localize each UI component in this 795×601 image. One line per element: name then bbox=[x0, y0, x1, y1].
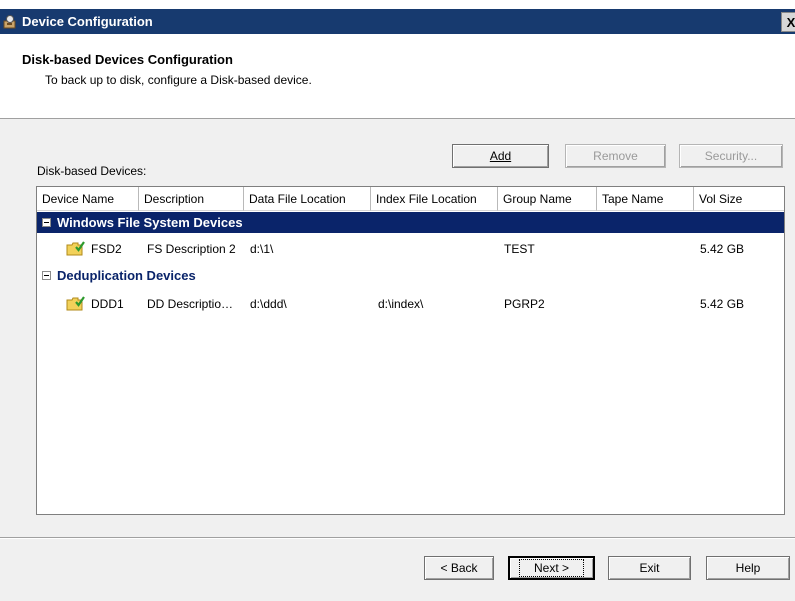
footer-divider-highlight bbox=[0, 538, 795, 539]
top-strip bbox=[0, 0, 795, 9]
column-label: Group Name bbox=[503, 191, 572, 206]
group-label: Windows File System Devices bbox=[57, 215, 243, 230]
cell-device-name: FSD2 bbox=[91, 242, 122, 256]
cell-data-file-location: d:\ddd\ bbox=[250, 297, 287, 311]
cell-description: FS Description 2 bbox=[147, 242, 236, 256]
column-label: Index File Location bbox=[376, 191, 477, 206]
table-row[interactable]: FSD2 FS Description 2 d:\1\ TEST 5.42 GB bbox=[37, 234, 784, 264]
tree-collapse-icon[interactable] bbox=[42, 271, 51, 280]
next-button[interactable]: Next > bbox=[508, 556, 595, 580]
group-row-deduplication[interactable]: Deduplication Devices bbox=[37, 265, 784, 286]
remove-button-label: Remove bbox=[593, 149, 638, 163]
help-button[interactable]: Help bbox=[706, 556, 790, 580]
group-label: Deduplication Devices bbox=[57, 268, 196, 283]
next-button-label: Next > bbox=[518, 559, 584, 577]
exit-button-label: Exit bbox=[639, 561, 660, 575]
title-bar: Device Configuration X bbox=[0, 9, 795, 34]
column-header-vol-size[interactable]: Vol Size bbox=[694, 187, 784, 211]
column-label: Tape Name bbox=[602, 191, 664, 206]
cell-data-file-location: d:\1\ bbox=[250, 242, 274, 256]
column-header-tape-name[interactable]: Tape Name bbox=[597, 187, 694, 211]
back-button-label: < Back bbox=[440, 561, 478, 575]
column-header-description[interactable]: Description bbox=[139, 187, 244, 211]
folder-check-icon bbox=[66, 296, 85, 311]
device-config-icon bbox=[2, 14, 18, 30]
cell-vol-size: 5.42 GB bbox=[700, 242, 745, 256]
tree-collapse-icon[interactable] bbox=[42, 218, 51, 227]
column-header-group-name[interactable]: Group Name bbox=[498, 187, 597, 211]
page-subtitle: To back up to disk, configure a Disk-bas… bbox=[45, 73, 312, 87]
column-header-device-name[interactable]: Device Name bbox=[37, 187, 139, 211]
device-configuration-window: Device Configuration X Disk-based Device… bbox=[0, 0, 795, 601]
help-button-label: Help bbox=[735, 561, 761, 575]
close-button[interactable]: X bbox=[781, 12, 795, 32]
table-row[interactable]: DDD1 DD Descriptio… d:\ddd\ d:\index\ PG… bbox=[37, 289, 784, 319]
cell-group-name: TEST bbox=[504, 242, 535, 256]
add-button-label: Add bbox=[489, 149, 512, 163]
cell-device-name: DDD1 bbox=[91, 297, 124, 311]
cell-group-name: PGRP2 bbox=[504, 297, 545, 311]
window-title: Device Configuration bbox=[22, 14, 153, 29]
column-label: Data File Location bbox=[249, 191, 346, 206]
column-label: Device Name bbox=[42, 191, 115, 206]
folder-check-icon bbox=[66, 241, 85, 256]
security-button[interactable]: Security... bbox=[679, 144, 783, 168]
cell-description: DD Descriptio… bbox=[147, 297, 234, 311]
column-label: Description bbox=[144, 191, 205, 206]
add-button[interactable]: Add bbox=[452, 144, 549, 168]
group-row-windows-file-system[interactable]: Windows File System Devices bbox=[37, 212, 784, 233]
cell-vol-size: 5.42 GB bbox=[700, 297, 745, 311]
devices-list[interactable]: Device Name Description Data File Locati… bbox=[36, 186, 785, 515]
back-button[interactable]: < Back bbox=[424, 556, 494, 580]
exit-button[interactable]: Exit bbox=[608, 556, 691, 580]
security-button-label: Security... bbox=[704, 149, 758, 163]
devices-label: Disk-based Devices: bbox=[37, 164, 147, 178]
header-panel: Disk-based Devices Configuration To back… bbox=[0, 34, 795, 119]
cell-index-file-location: d:\index\ bbox=[378, 297, 424, 311]
column-header-data-file-location[interactable]: Data File Location bbox=[244, 187, 371, 211]
column-label: Vol Size bbox=[699, 191, 743, 206]
remove-button[interactable]: Remove bbox=[565, 144, 666, 168]
page-title: Disk-based Devices Configuration bbox=[22, 52, 233, 67]
column-header-index-file-location[interactable]: Index File Location bbox=[371, 187, 498, 211]
